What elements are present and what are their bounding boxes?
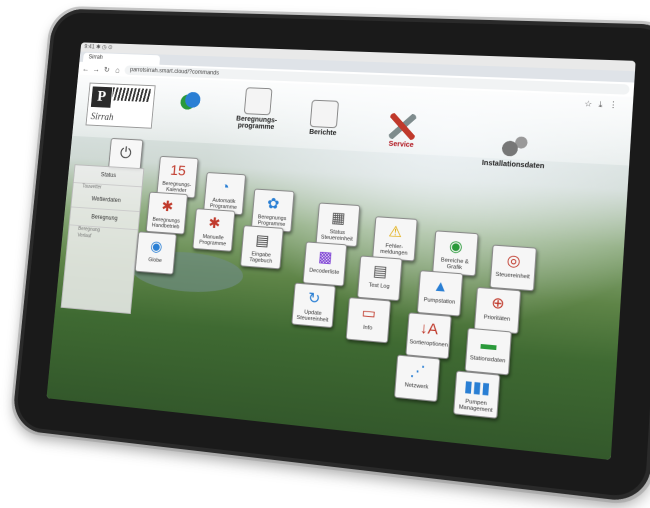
forward-icon[interactable]: → [92, 65, 100, 74]
tile-icon: ◉ [434, 234, 477, 259]
logo-rays [112, 87, 151, 102]
tile-eingabe-tagebuch[interactable]: ▤ Eingabe Tagebuch [240, 225, 284, 269]
sidebar: Status Tauwetter Wetterdaten Beregnung B… [61, 164, 145, 314]
back-icon[interactable]: ← [82, 64, 90, 73]
home-icon[interactable]: ⌂ [114, 65, 122, 74]
tile-icon: ▦ [318, 207, 359, 232]
nav-label: Beregnungs-programme [236, 116, 277, 131]
nav-label: Berichte [309, 129, 337, 137]
tile-bereiche-grafik[interactable]: ◉ Bereiche & Grafik [432, 230, 479, 276]
gears-icon [500, 132, 529, 160]
tile-stationsdaten[interactable]: ▬ Stationsdaten [465, 328, 512, 376]
power-button[interactable]: ⏻ [108, 138, 143, 170]
tile-beregnungs-handbetrieb[interactable]: ✱ Beregnungs Handbetrieb [146, 192, 188, 235]
tile-globe[interactable]: ◉ Globe [135, 231, 177, 274]
tile-icon: ▩ [305, 245, 346, 270]
report-icon [310, 100, 339, 129]
tile-pumpen-management[interactable]: ▮▮▮ Pumpen Management [453, 370, 500, 418]
tile-manuelle-programme[interactable]: ✱ Manuelle Programme [192, 208, 235, 252]
nav-service[interactable]: Service [371, 112, 434, 150]
tile-icon: ◎ [492, 249, 536, 275]
browser-action-icons[interactable]: ☆⤓⋮ [584, 99, 624, 111]
tile-info[interactable]: ▭ Info [346, 297, 391, 343]
parrot-sirrah-logo: P Sirrah [86, 83, 156, 129]
tile-icon: ⚠ [374, 220, 416, 245]
reload-icon[interactable]: ↻ [103, 65, 111, 74]
tile-icon: ▤ [242, 229, 282, 253]
nav-irrigation-programs[interactable]: Beregnungs-programme [227, 87, 287, 132]
tile-label: Fehler-meldungen [373, 242, 414, 257]
tile-update-steuereinheit[interactable]: ↻ Update Steuereinheit [291, 283, 336, 329]
tile-label: Manuelle Programme [194, 233, 233, 247]
tile-label: Update Steuereinheit [293, 309, 333, 324]
tile-label: Beregnungs Handbetrieb [147, 217, 185, 231]
nav-reports[interactable]: Berichte [293, 99, 354, 138]
logo-mark: P [91, 86, 112, 107]
nav-irrigation[interactable] [164, 84, 222, 113]
nav-installation-data[interactable]: Installationsdaten [471, 131, 557, 171]
tile-icon: ◔ [205, 176, 244, 200]
tile-icon: ✿ [253, 193, 293, 217]
tile-icon: ✱ [195, 212, 234, 236]
tools-icon [389, 113, 417, 140]
menu-icon[interactable]: ⋮ [609, 100, 625, 110]
tile-icon: 15 [159, 160, 198, 183]
drops-icon [180, 85, 206, 111]
logo-text: Sirrah [90, 112, 114, 123]
tile-label: Bereiche & Grafik [433, 257, 475, 272]
tablet-screen: 9:41 ✱ ◷ ⊙ Sirrah ← → ↻ ⌂ parrotsirrah.s… [46, 42, 635, 460]
star-icon[interactable]: ☆ [584, 99, 599, 109]
tablet-device: 9:41 ✱ ◷ ⊙ Sirrah ← → ↻ ⌂ parrotsirrah.s… [11, 9, 650, 504]
download-icon[interactable]: ⤓ [598, 100, 609, 110]
tile-icon: ▤ [359, 260, 401, 285]
tile-steuereinheit[interactable]: ◎ Steuereinheit [490, 245, 537, 292]
document-icon [244, 87, 273, 115]
tile-prioritäten[interactable]: ⊕ Prioritäten [474, 287, 521, 334]
tile-netzwerk[interactable]: ⋰ Netzwerk [394, 355, 440, 403]
app-page: ☆⤓⋮ P Sirrah Beregnungs-programme Berich… [46, 75, 633, 460]
tile-icon: ▲ [419, 274, 462, 300]
tile-pumpstation[interactable]: ▲ Pumpstation [417, 270, 463, 317]
tile-label: Eingabe Tagebuch [241, 251, 280, 266]
tile-label: Status Steuereinheit [317, 228, 357, 243]
power-icon: ⏻ [119, 145, 132, 163]
tile-fehler-meldungen[interactable]: ⚠ Fehler-meldungen [372, 216, 418, 261]
tile-sortieroptionen[interactable]: ↓A Sortieroptionen [405, 312, 451, 359]
tile-icon: ✱ [148, 196, 187, 220]
tile-icon: ◉ [137, 235, 176, 259]
tile-status-steuereinheit[interactable]: ▦ Status Steuereinheit [316, 202, 361, 247]
nav-label: Service [388, 141, 414, 149]
tile-test-log[interactable]: ▤ Test Log [357, 255, 403, 301]
tile-decoderliste[interactable]: ▩ Decoderliste [303, 241, 348, 286]
